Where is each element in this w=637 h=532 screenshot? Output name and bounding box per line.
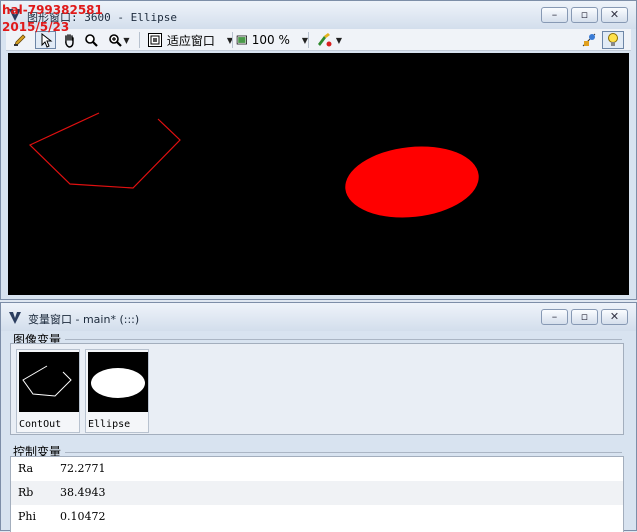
region-tool-button[interactable] [578, 31, 600, 49]
control-name: Rb [18, 486, 34, 499]
halcon-app-icon [9, 312, 21, 324]
feedback-tool-button[interactable] [602, 31, 624, 49]
close-icon: ✕ [609, 310, 620, 323]
control-name: Phi [18, 510, 37, 523]
graphics-toolbar: ▼ 适应窗口 ▼ 100 % ▼ ▼ [6, 29, 631, 51]
control-row[interactable]: Phi 0.10472 [11, 505, 623, 529]
chevron-down-icon: ▼ [335, 35, 343, 45]
zoom-menu-button[interactable]: ▼ [103, 31, 135, 49]
magnifier-icon [84, 33, 98, 47]
cursor-icon [41, 32, 52, 48]
maximize-button[interactable]: ▫ [571, 7, 598, 23]
graphics-window: 图形窗口: 3600 - Ellipse – ▫ ✕ ▼ 适应窗口 ▼ 100 … [0, 0, 637, 300]
close-icon: ✕ [609, 8, 620, 21]
fit-window-icon [147, 33, 162, 47]
magnify-tool-button[interactable] [81, 31, 101, 49]
minimize-icon: – [551, 8, 558, 21]
contour-polyline [28, 112, 181, 189]
image-variables-area: ContOut Ellipse [10, 343, 624, 435]
variable-window: 变量窗口 - main* (:::) – ▫ ✕ 图像变量 ContOut El… [0, 302, 637, 532]
control-variables-table: Ra 72.2771 Rb 38.4943 Phi 0.10472 [10, 456, 624, 532]
maximize-icon: ▫ [580, 8, 589, 21]
close-button[interactable]: ✕ [601, 7, 628, 23]
ellipse-thumbnail-icon [88, 352, 148, 412]
zoom-in-icon [109, 33, 123, 47]
control-value: 72.2771 [60, 462, 106, 475]
color-menu-button[interactable]: ▼ [312, 31, 346, 49]
control-row[interactable]: Rb 38.4943 [11, 481, 623, 505]
zoom-level-label: 100 % [251, 33, 290, 47]
filled-ellipse [345, 146, 479, 218]
variable-window-titlebar[interactable]: 变量窗口 - main* (:::) – ▫ ✕ [1, 303, 636, 331]
watermark-line1: hal-799382581 [2, 3, 103, 17]
control-value: 0.10472 [60, 510, 106, 523]
fit-window-label: 适应窗口 [166, 33, 215, 48]
paint-palette-icon [317, 33, 332, 47]
image-variable-contout[interactable]: ContOut [16, 349, 80, 433]
control-value: 38.4943 [60, 486, 106, 499]
minimize-button[interactable]: – [541, 309, 568, 325]
minimize-icon: – [551, 310, 558, 323]
image-variable-label: Ellipse [88, 419, 131, 430]
maximize-icon: ▫ [580, 310, 589, 323]
image-variable-label: ContOut [19, 419, 62, 430]
contour-thumbnail-icon [19, 352, 79, 412]
zoom-level-dropdown[interactable]: 100 % ▼ [236, 31, 308, 49]
pencil-icon [14, 34, 26, 46]
zoom-level-icon [236, 35, 247, 45]
lightbulb-icon [608, 33, 618, 46]
close-button[interactable]: ✕ [601, 309, 628, 325]
chevron-down-icon: ▼ [123, 35, 130, 45]
control-name: Ra [18, 462, 34, 475]
graphics-canvas[interactable] [8, 53, 629, 295]
control-row[interactable]: Ra 72.2771 [11, 457, 623, 481]
fit-window-dropdown[interactable]: 适应窗口 ▼ [144, 31, 236, 49]
variable-window-title: 变量窗口 - main* (:::) [28, 313, 140, 326]
maximize-button[interactable]: ▫ [571, 309, 598, 325]
watermark-line2: 2015/5/23 [2, 20, 70, 34]
hand-icon [64, 33, 74, 48]
minimize-button[interactable]: – [541, 7, 568, 23]
region-tool-icon [582, 33, 596, 47]
image-variable-ellipse[interactable]: Ellipse [85, 349, 149, 433]
canvas-drawing [28, 112, 479, 218]
